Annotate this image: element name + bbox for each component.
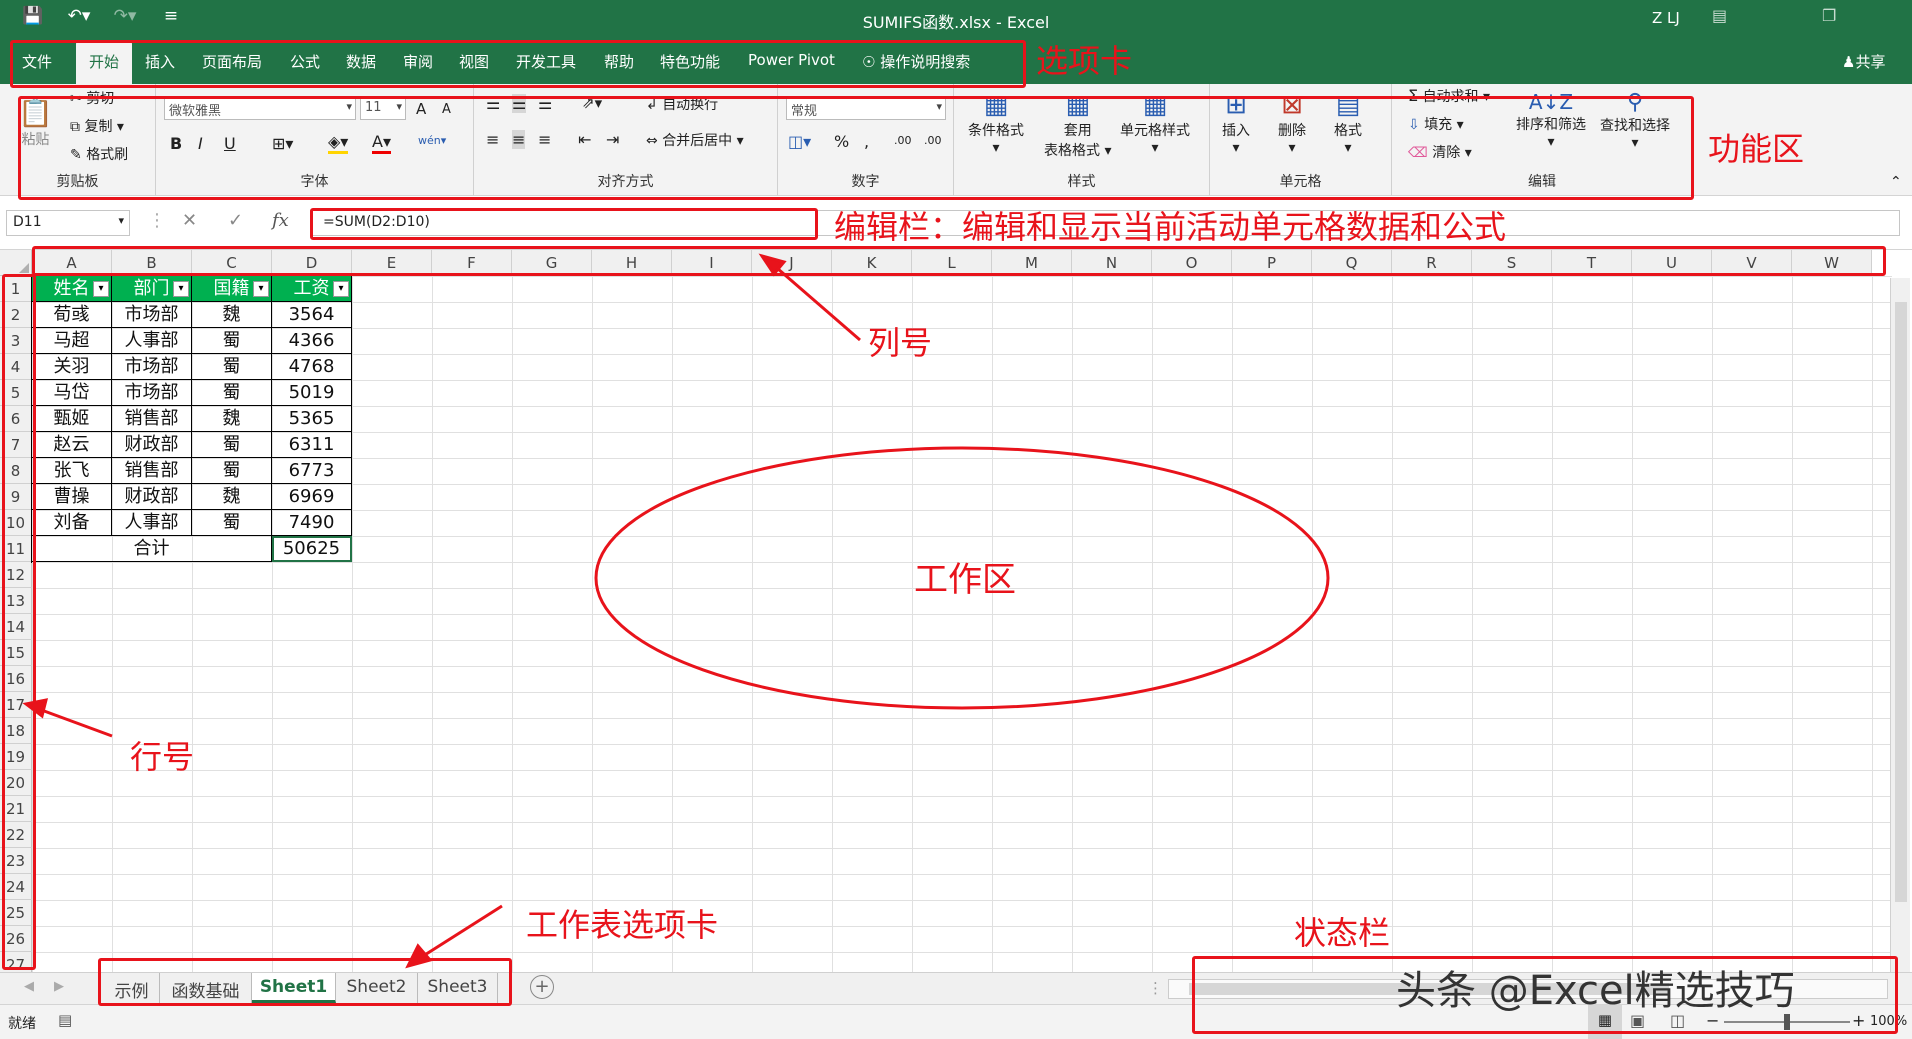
excel-window: 💾 ↶▾ ↷▾ ≡ SUMIFS函数.xlsx - Excel Z LJ ▤ ❐… bbox=[0, 0, 1912, 1039]
sheet-tabs-arrow bbox=[419, 904, 503, 960]
row-arrow-head bbox=[22, 698, 49, 719]
annotation-shapes bbox=[22, 253, 1330, 969]
sheet-tabs-arrow-head bbox=[405, 943, 433, 969]
watermark: 头条 @Excel精选技巧 bbox=[1396, 968, 1795, 1014]
column-arrow bbox=[769, 260, 861, 342]
row-arrow bbox=[35, 706, 113, 738]
work-area-annotation: 工作区 bbox=[914, 560, 1016, 600]
